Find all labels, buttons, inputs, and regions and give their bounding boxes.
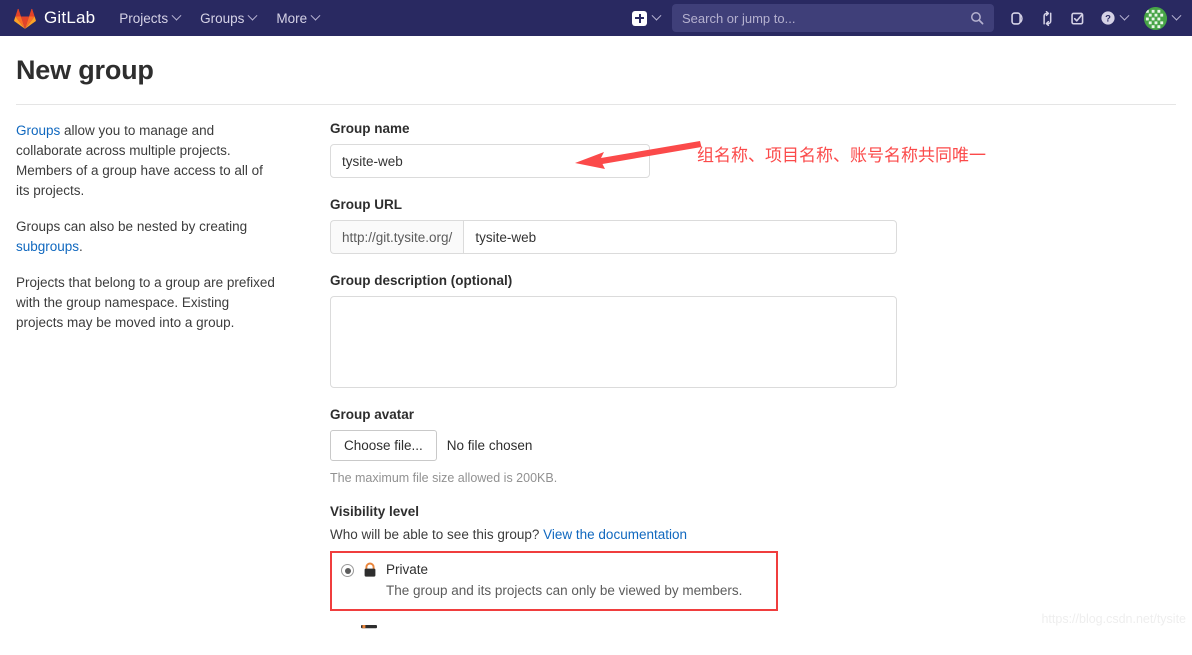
info-paragraph-2-rest: . (79, 239, 83, 254)
nav-item-projects[interactable]: Projects (119, 10, 182, 26)
main-nav: Projects Groups More (119, 10, 321, 26)
info-paragraph-3: Projects that belong to a group are pref… (16, 275, 275, 330)
file-upload-row: Choose file... No file chosen (330, 430, 1176, 461)
plus-square-icon (632, 10, 647, 26)
chevron-down-icon (1119, 10, 1130, 21)
watermark: https://blog.csdn.net/tysite (1041, 612, 1186, 626)
search-input[interactable]: Search or jump to... (672, 4, 994, 32)
merge-requests-button[interactable] (1032, 0, 1062, 36)
new-group-content: Groups allow you to manage and collabora… (16, 105, 1176, 655)
group-description-label: Group description (optional) (330, 273, 513, 288)
brand-name: GitLab (44, 8, 96, 27)
chevron-down-icon (171, 10, 182, 21)
groups-link[interactable]: Groups (16, 123, 60, 138)
view-documentation-link[interactable]: View the documentation (543, 527, 687, 542)
group-avatar-field-group: Group avatar Choose file... No file chos… (330, 407, 1176, 485)
file-status-text: No file chosen (446, 438, 533, 453)
user-avatar-identicon (1144, 6, 1167, 30)
visibility-private-title: Private (386, 562, 429, 577)
nav-item-projects-label: Projects (119, 10, 169, 26)
subgroups-link[interactable]: subgroups (16, 239, 79, 254)
visibility-option-private[interactable]: Private The group and its projects can o… (341, 561, 766, 600)
page-title: New group (16, 55, 154, 85)
chevron-down-icon (310, 10, 321, 21)
group-url-label: Group URL (330, 197, 402, 212)
merge-requests-icon (1042, 10, 1051, 26)
info-sidebar: Groups allow you to manage and collabora… (16, 121, 306, 655)
nav-item-groups-label: Groups (200, 10, 245, 26)
todos-icon (1070, 12, 1083, 25)
nav-item-groups[interactable]: Groups (200, 10, 258, 26)
group-description-textarea[interactable] (330, 296, 897, 388)
chevron-down-icon (1171, 10, 1182, 21)
todos-button[interactable] (1062, 0, 1092, 36)
chevron-down-icon (247, 10, 258, 21)
search-placeholder: Search or jump to... (682, 10, 796, 26)
group-url-prefix: http://git.tysite.org/ (330, 220, 464, 254)
navbar-right-actions: Search or jump to... ? (622, 0, 1184, 36)
visibility-question-text: Who will be able to see this group? (330, 527, 540, 542)
nav-item-more-label: More (276, 10, 308, 26)
user-menu-button[interactable] (1134, 6, 1184, 30)
create-new-button[interactable] (622, 10, 670, 26)
question-circle-icon: ? (1101, 11, 1115, 25)
visibility-label: Visibility level (330, 504, 420, 519)
search-icon (971, 12, 984, 25)
visibility-private-highlight: Private The group and its projects can o… (330, 551, 778, 611)
chevron-down-icon (651, 10, 662, 21)
visibility-private-description: The group and its projects can only be v… (386, 583, 743, 598)
visibility-private-text: Private The group and its projects can o… (386, 561, 742, 600)
group-name-label: Group name (330, 121, 410, 136)
group-url-input[interactable]: tysite-web (463, 220, 897, 254)
group-url-field-group: Group URL http://git.tysite.org/ tysite-… (330, 197, 1176, 254)
new-group-form: Group name tysite-web Group URL http://g… (306, 121, 1176, 655)
gitlab-tanuki-icon (14, 8, 36, 29)
group-avatar-label: Group avatar (330, 407, 415, 422)
lock-icon (364, 562, 376, 577)
info-paragraph-1: Groups allow you to manage and collabora… (16, 121, 280, 201)
visibility-question: Who will be able to see this group? View… (330, 527, 1176, 542)
nav-item-more[interactable]: More (276, 10, 321, 26)
gitlab-home-link[interactable]: GitLab (14, 8, 95, 29)
lock-icon-wrapper (363, 562, 377, 583)
issues-button[interactable] (1002, 0, 1032, 36)
avatar-help-text: The maximum file size allowed is 200KB. (330, 471, 558, 485)
visibility-radio-private[interactable] (341, 564, 354, 577)
info-paragraph-2-pre: Groups can also be nested by creating (16, 219, 248, 234)
choose-file-button[interactable]: Choose file... (330, 430, 437, 461)
group-url-input-group: http://git.tysite.org/ tysite-web (330, 220, 897, 254)
info-paragraph-2: Groups can also be nested by creating su… (16, 217, 280, 257)
group-name-input[interactable]: tysite-web (330, 144, 650, 178)
svg-text:?: ? (1105, 14, 1111, 25)
issues-icon (1010, 11, 1023, 25)
annotation-text: 组名称、项目名称、账号名称共同唯一 (697, 146, 986, 165)
group-description-field-group: Group description (optional) (330, 273, 1176, 388)
page-body: New group Groups allow you to manage and… (0, 55, 1192, 655)
help-button[interactable]: ? (1092, 10, 1134, 26)
internal-icon (361, 625, 377, 629)
top-navbar: GitLab Projects Groups More Search or ju… (0, 0, 1192, 36)
